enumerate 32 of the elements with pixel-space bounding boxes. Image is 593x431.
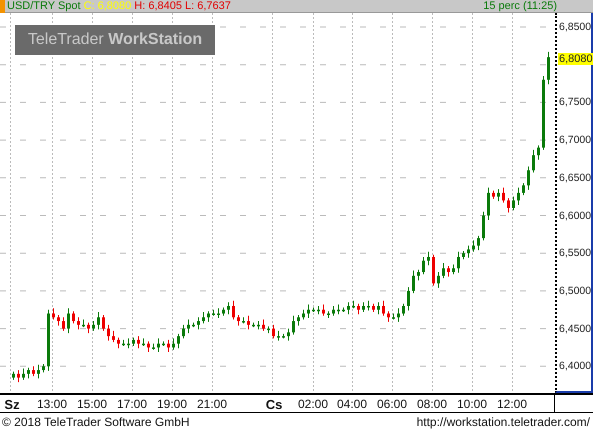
time-label: 17:00 bbox=[116, 397, 148, 412]
low-value: L: 6,7637 bbox=[184, 0, 231, 12]
day-label: Cs bbox=[266, 397, 282, 412]
close-value: C: 6,8080 bbox=[84, 0, 132, 12]
price-tick-label: 6,4500 bbox=[559, 322, 592, 335]
price-tick-label: 6,5500 bbox=[559, 247, 592, 260]
price-tick-label: 6,7500 bbox=[559, 96, 592, 108]
url-text: http://workstation.teletrader.com/ bbox=[416, 415, 590, 429]
price-tick-label: 6,7000 bbox=[559, 134, 592, 146]
time-label: 19:00 bbox=[156, 397, 188, 412]
status-marker bbox=[0, 0, 5, 12]
price-tick-label: 6,4000 bbox=[559, 360, 592, 372]
price-tick-label: 6,6500 bbox=[559, 172, 592, 184]
time-label: 10:00 bbox=[456, 397, 488, 412]
time-label: 13:00 bbox=[36, 397, 68, 412]
symbol-label: USD/TRY Spot bbox=[7, 0, 81, 12]
time-label: 15:00 bbox=[76, 397, 108, 412]
time-label: 12:00 bbox=[496, 397, 528, 412]
copyright-text: © 2018 TeleTrader Software GmbH bbox=[2, 415, 190, 429]
time-label: 21:00 bbox=[196, 397, 228, 412]
price-tick-label: 6,5000 bbox=[559, 284, 592, 297]
time-label: 08:00 bbox=[416, 397, 448, 412]
logo: TeleTrader WorkStation bbox=[15, 25, 215, 55]
day-label: Sz bbox=[4, 397, 20, 412]
time-label: 04:00 bbox=[336, 397, 368, 412]
time-label: 02:00 bbox=[298, 397, 328, 412]
high-value: H: 6,8405 bbox=[134, 0, 182, 12]
price-tick-label: 6,8500 bbox=[559, 21, 592, 33]
interval-label: 15 perc (11:25) bbox=[483, 0, 557, 12]
time-label: 06:00 bbox=[376, 397, 408, 412]
price-tick-label: 6,6000 bbox=[559, 210, 592, 222]
current-price-label: 6,8080 bbox=[558, 52, 593, 65]
